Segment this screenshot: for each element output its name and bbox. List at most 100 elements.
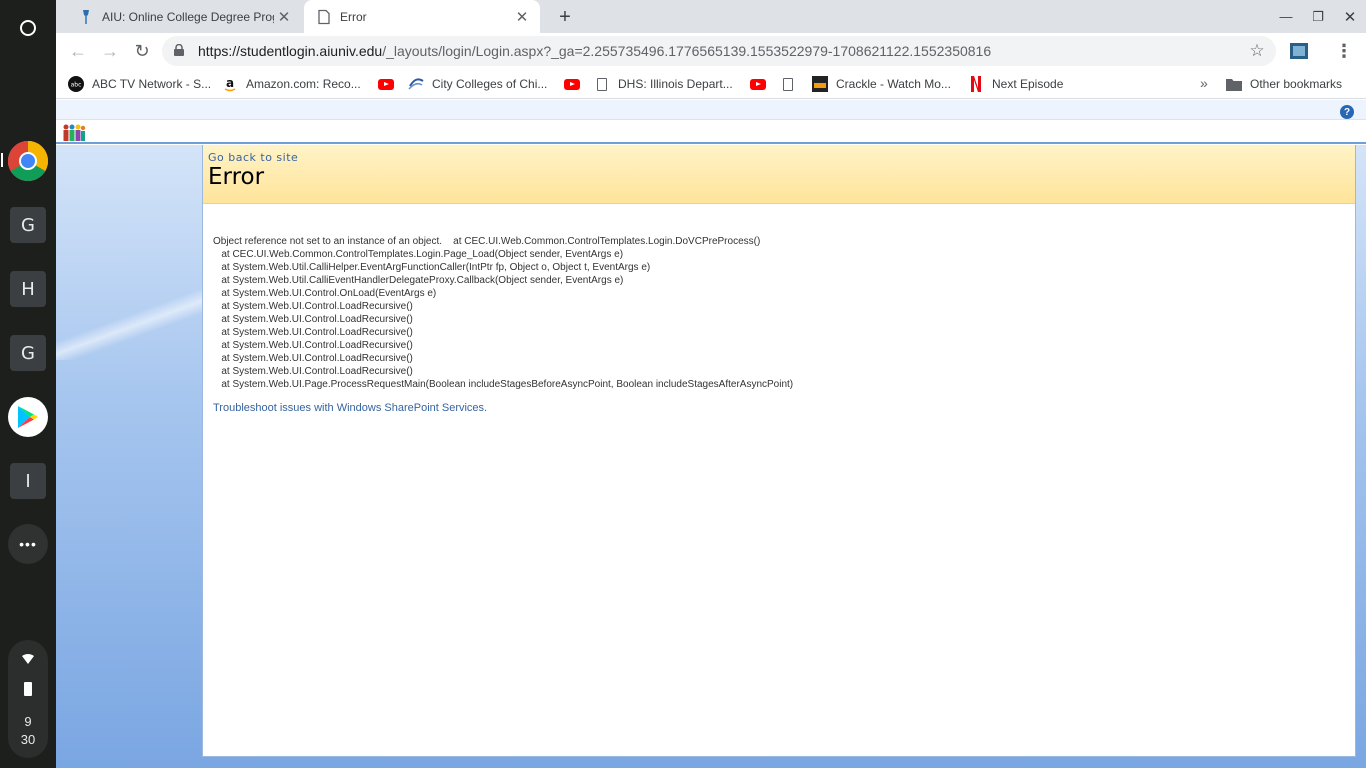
bookmark-youtube-3[interactable] (750, 75, 774, 93)
minimize-button[interactable]: — (1270, 0, 1302, 33)
stack-trace-line: at System.Web.UI.Control.LoadRecursive() (213, 366, 413, 377)
youtube-icon (378, 76, 394, 92)
shelf-app-g2[interactable]: G (10, 335, 46, 371)
tab-title: Error (340, 9, 367, 24)
lock-icon (174, 44, 184, 56)
tab-aiu[interactable]: AIU: Online College Degree Progr ✕ (66, 0, 302, 33)
bookmark-label: ABC TV Network - S... (92, 77, 212, 91)
reload-icon: ↻ (134, 40, 150, 61)
star-icon: ☆ (1249, 41, 1265, 60)
bookmark-abc[interactable]: abc ABC TV Network - S... (68, 75, 211, 93)
battery-icon (24, 682, 32, 696)
minimize-icon: — (1279, 9, 1293, 24)
bookmark-amazon[interactable]: a Amazon.com: Reco... (222, 75, 361, 93)
tab-close-icon[interactable]: ✕ (512, 7, 532, 27)
kebab-menu-icon: ⋮ (1335, 40, 1353, 61)
bookmark-dhs[interactable]: DHS: Illinois Depart... (594, 75, 733, 93)
bookmark-label: Other bookmarks (1250, 77, 1343, 91)
error-content-panel: Go back to site Error Object reference n… (202, 145, 1356, 757)
stack-trace-line: at System.Web.UI.Control.LoadRecursive() (213, 340, 413, 351)
play-store-logo-icon (18, 406, 38, 428)
stack-trace-line: at System.Web.UI.Page.ProcessRequestMain… (213, 379, 794, 390)
tab-title: AIU: Online College Degree Progr (102, 9, 274, 24)
more-apps-button[interactable]: ••• (8, 524, 48, 564)
restore-button[interactable]: ❐ (1302, 0, 1334, 33)
page-icon (780, 76, 796, 92)
bookmark-youtube-1[interactable] (378, 75, 402, 93)
go-back-link[interactable]: Go back to site (208, 151, 298, 164)
help-icon[interactable]: ? (1340, 105, 1354, 119)
clock-hour: 9 (24, 714, 32, 729)
play-store-app-icon[interactable] (8, 397, 48, 437)
back-button[interactable]: ← (64, 37, 92, 65)
background-streak (56, 290, 216, 360)
ellipsis-icon: ••• (19, 536, 37, 552)
forward-button[interactable]: → (96, 37, 124, 65)
address-bar[interactable]: https://studentlogin.aiuniv.edu/_layouts… (162, 36, 1276, 66)
stack-trace-line: at CEC.UI.Web.Common.ControlTemplates.Lo… (213, 249, 624, 260)
new-tab-button[interactable]: + (552, 4, 578, 30)
stack-trace-line: at System.Web.UI.Control.LoadRecursive() (213, 301, 413, 312)
active-app-indicator (1, 153, 3, 167)
stack-trace-line: at System.Web.Util.CalliHelper.EventArgF… (213, 262, 651, 273)
bookmark-youtube-2[interactable] (564, 75, 588, 93)
city-colleges-logo-icon (408, 76, 424, 92)
troubleshoot-link[interactable]: Troubleshoot issues with Windows SharePo… (213, 402, 487, 414)
bookmark-label: Crackle - Watch Mo... (836, 77, 951, 91)
bookmark-next-episode[interactable]: Next Episode (968, 75, 1063, 93)
bookmarks-overflow-button[interactable]: » (1200, 75, 1208, 91)
stack-trace: Object reference not set to an instance … (213, 235, 793, 391)
sharepoint-top-bar: ? (56, 100, 1366, 120)
shelf-app-i[interactable]: I (10, 463, 46, 499)
bookmark-crackle[interactable]: Crackle - Watch Mo... (812, 75, 951, 93)
launcher-button[interactable] (8, 8, 48, 48)
sharepoint-logo-row (56, 121, 1366, 144)
page-title: Error (208, 164, 265, 190)
page-viewport: ? Go back to site Error Object reference… (56, 100, 1366, 768)
close-window-button[interactable]: ✕ (1334, 0, 1366, 33)
svg-text:a: a (226, 76, 234, 90)
tab-close-icon[interactable]: ✕ (274, 7, 294, 27)
shelf-app-h[interactable]: H (10, 271, 46, 307)
arrow-right-icon: → (101, 40, 119, 61)
status-tray[interactable]: 9 30 (8, 640, 48, 758)
extension-icon[interactable] (1290, 43, 1308, 59)
reload-button[interactable]: ↻ (128, 37, 156, 65)
bookmark-city-colleges[interactable]: City Colleges of Chi... (408, 75, 547, 93)
stack-trace-line: at System.Web.UI.Control.OnLoad(EventArg… (213, 288, 437, 299)
shelf-app-label: G (21, 342, 35, 364)
shelf-app-g1[interactable]: G (10, 207, 46, 243)
url-host: https://studentlogin.aiuniv.edu (198, 43, 383, 59)
aiu-favicon-icon (83, 9, 89, 24)
launcher-circle-icon (20, 20, 36, 36)
clock-minute: 30 (20, 732, 36, 747)
bookmark-label: Amazon.com: Reco... (246, 77, 361, 91)
bookmark-star-button[interactable]: ☆ (1246, 40, 1268, 62)
bookmark-blank-page[interactable] (780, 75, 804, 93)
browser-window: AIU: Online College Degree Progr ✕ Error… (56, 0, 1366, 768)
title-band: Go back to site Error (203, 145, 1355, 204)
close-icon: ✕ (1343, 8, 1357, 26)
sharepoint-people-logo-icon (63, 124, 86, 141)
folder-icon (1226, 76, 1242, 92)
page-favicon-icon (318, 9, 330, 24)
wifi-icon (22, 654, 34, 664)
shelf-app-label: I (25, 470, 31, 492)
url-text: https://studentlogin.aiuniv.edu/_layouts… (198, 43, 991, 59)
abc-logo-icon: abc (68, 76, 84, 92)
tab-error[interactable]: Error ✕ (304, 0, 540, 33)
system-shelf: G H G I ••• 9 30 (0, 0, 56, 768)
bookmark-label: DHS: Illinois Depart... (618, 77, 733, 91)
chrome-app-icon[interactable] (8, 141, 48, 181)
other-bookmarks-folder[interactable]: Other bookmarks (1226, 75, 1342, 93)
shelf-app-label: G (21, 214, 35, 236)
double-chevron-right-icon: » (1200, 75, 1208, 91)
stack-trace-line: at System.Web.UI.Control.LoadRecursive() (213, 353, 413, 364)
stack-trace-line: at System.Web.UI.Control.LoadRecursive() (213, 314, 413, 325)
browser-toolbar: ← → ↻ https://studentlogin.aiuniv.edu/_l… (56, 33, 1366, 69)
stack-trace-line: at System.Web.Util.CalliEventHandlerDele… (213, 275, 624, 286)
youtube-icon (750, 76, 766, 92)
browser-menu-button[interactable]: ⋮ (1332, 37, 1356, 65)
crackle-logo-icon (812, 76, 828, 92)
shelf-app-label: H (21, 278, 35, 300)
